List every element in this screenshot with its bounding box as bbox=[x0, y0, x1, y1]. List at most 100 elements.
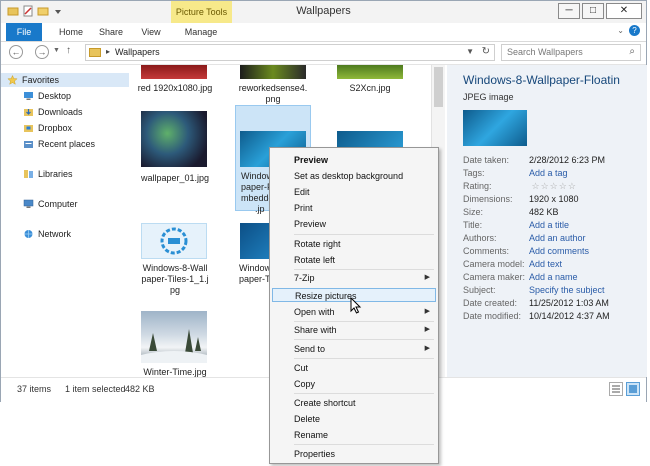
menu-rotate-right[interactable]: Rotate right bbox=[272, 237, 436, 251]
address-bar[interactable]: ▸ Wallpapers ▼ ↻ bbox=[85, 44, 495, 61]
star-icon bbox=[7, 75, 18, 85]
thumbnail bbox=[141, 65, 207, 79]
window-controls: ─ □ ✕ bbox=[558, 3, 642, 19]
nav-label: Desktop bbox=[38, 91, 72, 101]
file-name: S2Xcn.jpg bbox=[349, 83, 391, 93]
back-button[interactable]: ← bbox=[9, 45, 23, 59]
recent-places-icon bbox=[24, 141, 33, 148]
forward-button[interactable]: → bbox=[35, 45, 49, 59]
tab-home[interactable]: Home bbox=[51, 23, 91, 41]
prop-tags[interactable]: Tags: Add a tag bbox=[463, 168, 568, 179]
file-name: wallpaper_01.jpg bbox=[140, 173, 210, 183]
menu-separator bbox=[294, 393, 434, 394]
menu-separator bbox=[294, 339, 434, 340]
prop-dimensions: Dimensions: 1920 x 1080 bbox=[463, 194, 579, 204]
prop-subject[interactable]: Subject: Specify the subject bbox=[463, 285, 605, 296]
file-name: reworkedsense4. bbox=[238, 83, 308, 93]
desktop-icon bbox=[24, 92, 33, 100]
menu-preview[interactable]: Preview bbox=[272, 217, 436, 231]
preview-title: Windows-8-Wallpaper-Floatin bbox=[463, 73, 620, 87]
menu-set-desktop-background[interactable]: Set as desktop background bbox=[272, 169, 436, 183]
breadcrumb-arrow-icon[interactable]: ▸ bbox=[106, 47, 110, 56]
recent-locations-icon[interactable]: ▼ bbox=[53, 47, 60, 54]
menu-preview-default[interactable]: Preview bbox=[272, 153, 436, 167]
thumbnail bbox=[337, 65, 403, 79]
menu-share-with[interactable]: Share with ▶ bbox=[272, 323, 436, 337]
nav-downloads[interactable]: Downloads bbox=[23, 105, 83, 119]
window-title: Wallpapers bbox=[296, 5, 351, 17]
menu-copy[interactable]: Copy bbox=[272, 377, 436, 391]
selected-count: 1 item selected bbox=[65, 384, 126, 394]
prop-rating[interactable]: Rating: ☆☆☆☆☆ bbox=[463, 181, 577, 192]
nav-recent-places[interactable]: Recent places bbox=[23, 137, 95, 151]
nav-label: Computer bbox=[38, 199, 78, 209]
prop-camera-maker[interactable]: Camera maker: Add a name bbox=[463, 272, 578, 283]
item-count: 37 items bbox=[17, 384, 52, 394]
nav-label: Network bbox=[38, 229, 72, 239]
minimize-button[interactable]: ─ bbox=[558, 3, 580, 19]
nav-desktop[interactable]: Desktop bbox=[23, 89, 71, 103]
search-placeholder: Search Wallpapers bbox=[507, 47, 583, 57]
winter-scene-icon bbox=[141, 329, 207, 363]
expand-ribbon-icon[interactable]: ⌄ bbox=[617, 26, 624, 35]
nav-network[interactable]: Network bbox=[23, 227, 71, 241]
close-button[interactable]: ✕ bbox=[606, 3, 642, 19]
prop-date-modified: Date modified: 10/14/2012 4:37 AM bbox=[463, 311, 610, 321]
selected-size: 482 KB bbox=[125, 384, 155, 394]
breadcrumb-wallpapers[interactable]: Wallpapers bbox=[115, 47, 160, 57]
menu-separator bbox=[294, 358, 434, 359]
tab-file[interactable]: File bbox=[6, 23, 42, 41]
menu-send-to[interactable]: Send to ▶ bbox=[272, 342, 436, 356]
tab-view[interactable]: View bbox=[133, 23, 169, 41]
nav-computer[interactable]: Computer bbox=[23, 197, 78, 211]
address-dropdown-icon[interactable]: ▼ bbox=[466, 47, 474, 56]
tab-manage[interactable]: Manage bbox=[173, 23, 229, 41]
menu-rotate-left[interactable]: Rotate left bbox=[272, 253, 436, 267]
prop-size: Size: 482 KB bbox=[463, 207, 559, 217]
menu-label: 7-Zip bbox=[294, 273, 315, 283]
prop-camera-model[interactable]: Camera model: Add text bbox=[463, 259, 562, 270]
nav-libraries[interactable]: Libraries bbox=[23, 167, 73, 181]
maximize-button[interactable]: □ bbox=[582, 3, 604, 19]
nav-dropbox[interactable]: Dropbox bbox=[23, 121, 72, 135]
help-icon[interactable]: ? bbox=[629, 25, 640, 36]
file-name: Windows-8-Wall bbox=[142, 263, 208, 273]
search-icon[interactable]: ⌕ bbox=[629, 46, 635, 57]
nav-label: Dropbox bbox=[38, 123, 73, 133]
menu-separator bbox=[294, 444, 434, 445]
rating-stars-icon[interactable]: ☆☆☆☆☆ bbox=[532, 181, 577, 191]
file-name: paper-Tiles-1_1.j bbox=[141, 274, 209, 284]
menu-cut[interactable]: Cut bbox=[272, 361, 436, 375]
menu-delete[interactable]: Delete bbox=[272, 412, 436, 426]
up-icon[interactable]: ↑ bbox=[66, 45, 71, 56]
menu-separator bbox=[294, 234, 434, 235]
menu-edit[interactable]: Edit bbox=[272, 185, 436, 199]
prop-title[interactable]: Title: Add a title bbox=[463, 220, 569, 231]
menu-label: Send to bbox=[294, 344, 326, 354]
dropbox-icon bbox=[24, 125, 33, 132]
menu-rename[interactable]: Rename bbox=[272, 428, 436, 442]
large-icons-view-icon[interactable] bbox=[626, 382, 640, 396]
nav-label: Favorites bbox=[22, 75, 60, 85]
menu-separator bbox=[294, 321, 434, 322]
thumbnail bbox=[141, 311, 207, 363]
file-name: pg bbox=[169, 285, 180, 295]
prop-comments[interactable]: Comments: Add comments bbox=[463, 246, 589, 257]
menu-label: Open with bbox=[294, 307, 335, 317]
computer-icon bbox=[23, 199, 34, 208]
tab-share[interactable]: Share bbox=[93, 23, 129, 41]
prop-authors[interactable]: Authors: Add an author bbox=[463, 233, 586, 244]
scrollbar-thumb[interactable] bbox=[434, 67, 443, 107]
menu-create-shortcut[interactable]: Create shortcut bbox=[272, 396, 436, 410]
prop-date-taken: Date taken: 2/28/2012 6:23 PM bbox=[463, 155, 606, 165]
nav-label: Libraries bbox=[38, 169, 73, 179]
search-input[interactable]: Search Wallpapers ⌕ bbox=[501, 44, 641, 61]
thumbnail bbox=[240, 65, 306, 79]
menu-7zip[interactable]: 7-Zip ▶ bbox=[272, 271, 436, 285]
details-view-icon[interactable] bbox=[609, 382, 623, 396]
menu-properties[interactable]: Properties bbox=[272, 447, 436, 461]
menu-print[interactable]: Print bbox=[272, 201, 436, 215]
submenu-arrow-icon: ▶ bbox=[424, 345, 430, 352]
nav-favorites[interactable]: Favorites bbox=[1, 73, 129, 87]
refresh-icon[interactable]: ↻ bbox=[482, 46, 490, 57]
